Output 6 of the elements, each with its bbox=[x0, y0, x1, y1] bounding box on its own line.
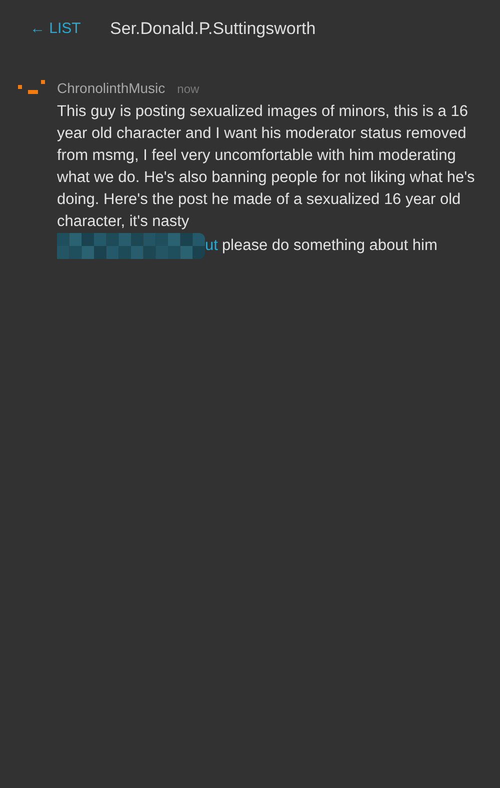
author-name: ChronolinthMusic bbox=[57, 78, 166, 98]
message-time: now bbox=[177, 80, 200, 98]
conversation-title: Ser.Donald.P.Suttingsworth bbox=[110, 18, 316, 40]
post-link[interactable]: ut bbox=[205, 234, 218, 256]
back-link[interactable]: ← LIST bbox=[30, 18, 110, 40]
message-text: please do something about him bbox=[222, 236, 438, 256]
